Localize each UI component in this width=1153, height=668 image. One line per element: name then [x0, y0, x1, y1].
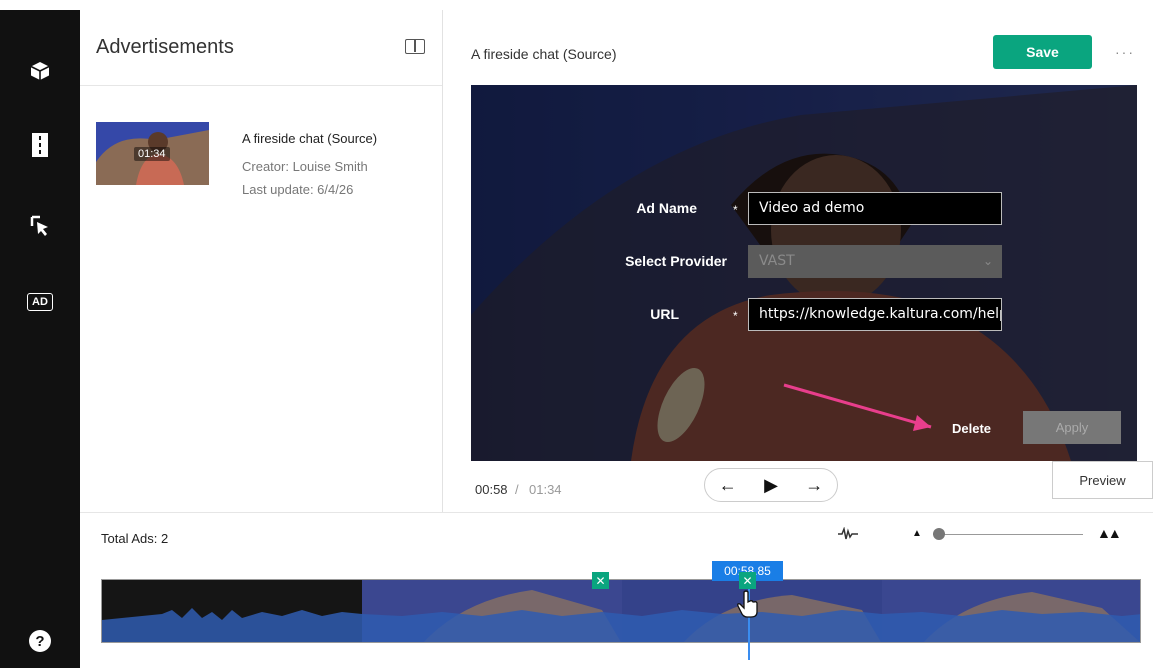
ad-name-required: *: [733, 203, 738, 217]
divider: [80, 512, 1153, 513]
panel-header: Advertisements: [80, 10, 442, 86]
thumbnail-duration: 01:34: [134, 147, 170, 161]
timeline-frames: [102, 580, 1140, 642]
playback-controls: ← ▶ →: [704, 468, 838, 502]
total-time: 01:34: [529, 482, 562, 497]
url-required: *: [733, 309, 738, 323]
zoom-slider-track[interactable]: [933, 534, 1083, 535]
panel-title: Advertisements: [96, 36, 234, 58]
entry-name[interactable]: A fireside chat (Source): [242, 131, 377, 146]
preview-button[interactable]: Preview: [1052, 461, 1153, 499]
time-separator: /: [515, 482, 519, 497]
zoom-slider-handle[interactable]: [933, 528, 945, 540]
provider-select[interactable]: VAST ⌄: [748, 245, 1002, 278]
layout-toggle-icon[interactable]: [405, 39, 425, 54]
current-time: 00:58: [475, 482, 508, 497]
hand-cursor-icon: [737, 590, 758, 618]
editor-title: A fireside chat (Source): [471, 46, 617, 62]
ad-icon[interactable]: AD: [0, 293, 80, 311]
timeline-track[interactable]: [101, 579, 1141, 643]
ad-name-input[interactable]: Video ad demo: [748, 192, 1002, 225]
zoom-out-icon[interactable]: ▲: [912, 528, 922, 539]
ad-marker-2[interactable]: ✕: [739, 572, 756, 589]
more-options-icon[interactable]: ···: [1115, 44, 1135, 60]
editor-panel: A fireside chat (Source) Save ··· Ad Nam…: [443, 10, 1153, 512]
ad-name-label: Ad Name: [636, 200, 697, 216]
chevron-down-icon: ⌄: [982, 254, 993, 268]
apply-button[interactable]: Apply: [1023, 411, 1121, 444]
ad-marker-1[interactable]: ✕: [592, 572, 609, 589]
total-ads: Total Ads: 2: [101, 531, 169, 546]
step-back-icon[interactable]: ←: [719, 475, 737, 496]
media-thumbnail[interactable]: 01:34: [96, 122, 209, 185]
help-glyph: ?: [29, 630, 51, 652]
waveform-icon[interactable]: [838, 526, 858, 544]
play-icon[interactable]: ▶: [764, 475, 778, 496]
url-label: URL: [650, 306, 679, 322]
video-player: Ad Name * Video ad demo Select Provider …: [471, 85, 1137, 461]
step-forward-icon[interactable]: →: [805, 475, 823, 496]
nav-rail: AD ?: [0, 10, 80, 668]
cursor-icon[interactable]: [0, 214, 80, 238]
save-button[interactable]: Save: [993, 35, 1092, 69]
entry-creator: Creator: Louise Smith: [242, 159, 368, 174]
cube-icon[interactable]: [0, 60, 80, 82]
help-icon[interactable]: ?: [0, 630, 80, 652]
provider-label: Select Provider: [625, 253, 727, 269]
zoom-in-icon[interactable]: ▲▲: [1097, 525, 1122, 541]
ads-list-panel: Advertisements 01:34 A fireside chat (So…: [80, 10, 443, 512]
provider-value: VAST: [759, 253, 795, 269]
url-input[interactable]: https://knowledge.kaltura.com/help: [748, 298, 1002, 331]
media-entry[interactable]: 01:34 A fireside chat (Source) Creator: …: [96, 122, 436, 197]
filmstrip-icon[interactable]: [0, 133, 80, 157]
entry-last-update: Last update: 6/4/26: [242, 182, 354, 197]
delete-button[interactable]: Delete: [952, 421, 991, 436]
ad-badge: AD: [27, 293, 53, 311]
